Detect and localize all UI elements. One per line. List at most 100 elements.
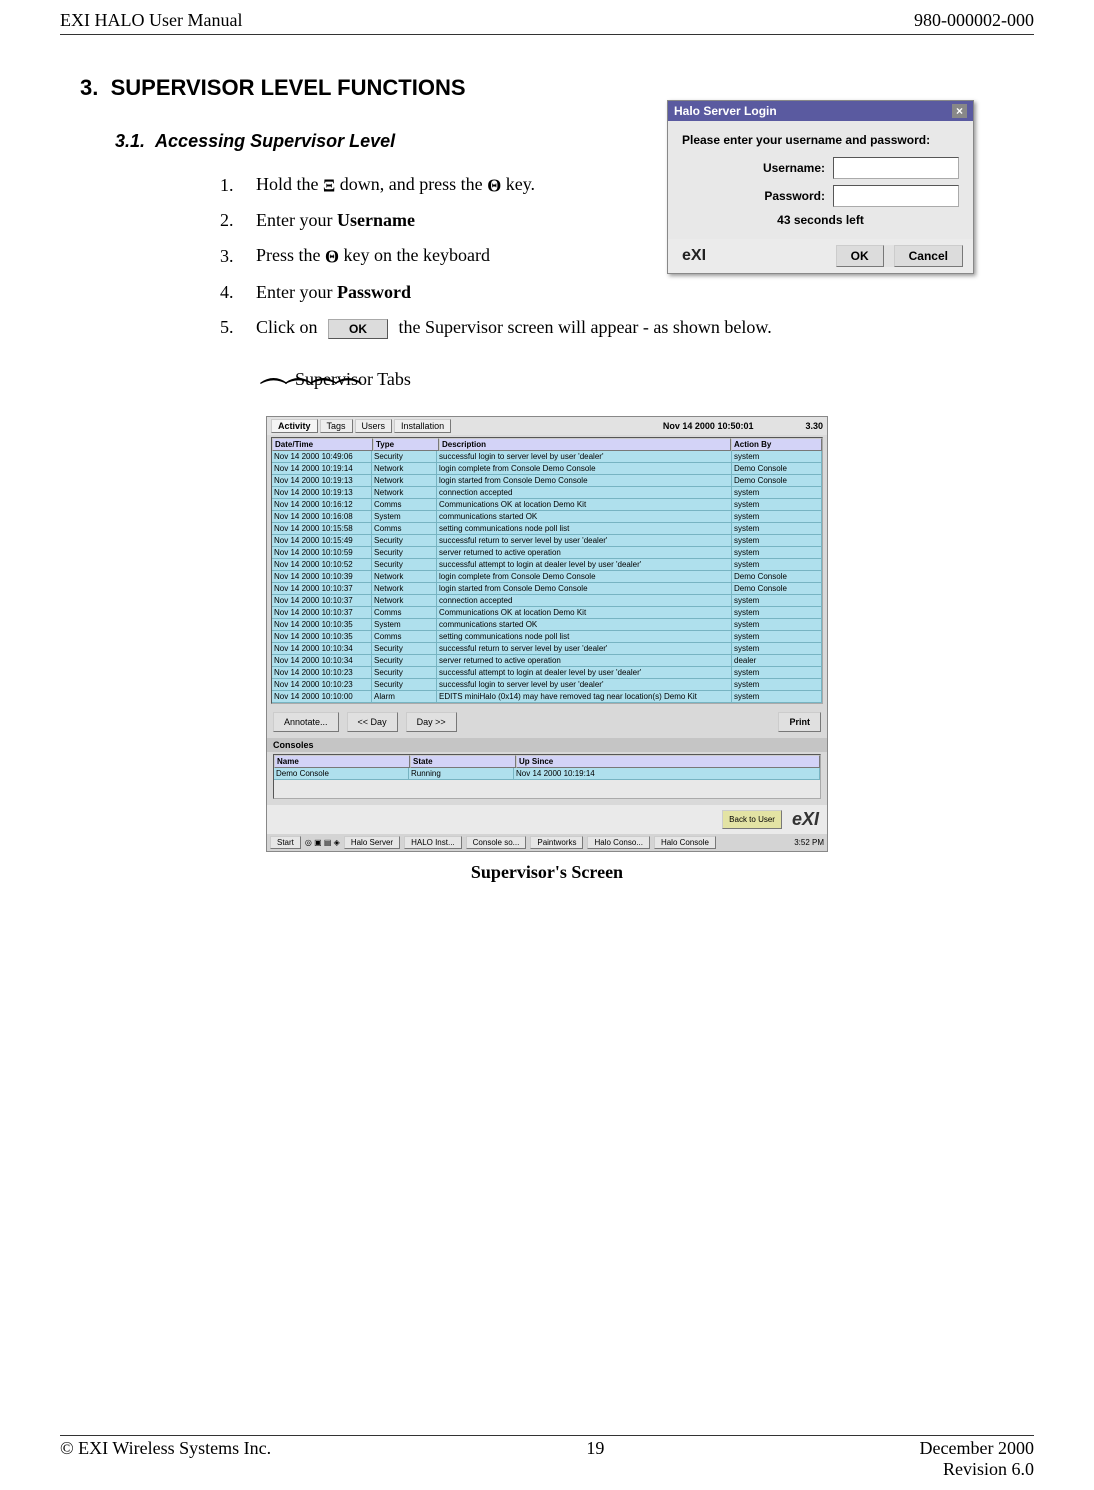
theta-key-icon: Θ <box>487 175 501 195</box>
inline-ok-button[interactable]: OK <box>328 319 388 339</box>
step5-post: the Supervisor screen will appear - as s… <box>394 317 772 337</box>
table-row[interactable]: Nov 14 2000 10:10:35Commssetting communi… <box>272 631 822 643</box>
console-state: Running <box>409 768 514 780</box>
taskbar-item[interactable]: Console so... <box>466 836 527 849</box>
tab-users[interactable]: Users <box>355 419 393 433</box>
table-row[interactable]: Nov 14 2000 10:19:13Networklogin started… <box>272 475 822 487</box>
table-row[interactable]: Nov 14 2000 10:10:35Systemcommunications… <box>272 619 822 631</box>
cell: Comms <box>372 499 437 511</box>
console-row[interactable]: Demo Console Running Nov 14 2000 10:19:1… <box>274 768 820 780</box>
console-upsince: Nov 14 2000 10:19:14 <box>514 768 820 780</box>
cell: system <box>732 499 822 511</box>
step1-pre: Hold the <box>256 174 323 194</box>
cell: Demo Console <box>732 475 822 487</box>
cell: Demo Console <box>732 571 822 583</box>
cell: Nov 14 2000 10:10:37 <box>272 607 372 619</box>
ccol-state[interactable]: State <box>410 755 516 768</box>
tab-activity[interactable]: Activity <box>271 419 318 433</box>
table-row[interactable]: Nov 14 2000 10:10:34Securityserver retur… <box>272 655 822 667</box>
table-row[interactable]: Nov 14 2000 10:16:12CommsCommunications … <box>272 499 822 511</box>
table-row[interactable]: Nov 14 2000 10:10:39Networklogin complet… <box>272 571 822 583</box>
cell: Demo Console <box>732 463 822 475</box>
table-row[interactable]: Nov 14 2000 10:10:52Securitysuccessful a… <box>272 559 822 571</box>
cell: connection accepted <box>437 487 732 499</box>
table-row[interactable]: Nov 14 2000 10:49:06Securitysuccessful l… <box>272 451 822 463</box>
table-row[interactable]: Nov 14 2000 10:10:37CommsCommunications … <box>272 607 822 619</box>
console-name: Demo Console <box>274 768 409 780</box>
cell: System <box>372 511 437 523</box>
start-button[interactable]: Start <box>270 836 301 849</box>
cell: Comms <box>372 607 437 619</box>
table-row[interactable]: Nov 14 2000 10:19:13Networkconnection ac… <box>272 487 822 499</box>
taskbar-item[interactable]: Halo Conso... <box>587 836 649 849</box>
cell: server returned to active operation <box>437 655 732 667</box>
cell: Network <box>372 595 437 607</box>
cell: Network <box>372 475 437 487</box>
taskbar-item[interactable]: Paintworks <box>530 836 583 849</box>
table-row[interactable]: Nov 14 2000 10:10:23Securitysuccessful l… <box>272 679 822 691</box>
cell: Comms <box>372 631 437 643</box>
footer-left: © EXI Wireless Systems Inc. <box>60 1438 271 1480</box>
cell: Nov 14 2000 10:19:14 <box>272 463 372 475</box>
ccol-name[interactable]: Name <box>274 755 410 768</box>
password-label: Password: <box>764 189 825 203</box>
username-input[interactable] <box>833 157 959 179</box>
col-type[interactable]: Type <box>373 438 439 451</box>
col-date[interactable]: Date/Time <box>272 438 373 451</box>
taskbar-item[interactable]: Halo Console <box>654 836 716 849</box>
cell: System <box>372 619 437 631</box>
cell: Nov 14 2000 10:49:06 <box>272 451 372 463</box>
table-row[interactable]: Nov 14 2000 10:16:08Systemcommunications… <box>272 511 822 523</box>
table-row[interactable]: Nov 14 2000 10:10:00AlarmEDITS miniHalo … <box>272 691 822 703</box>
ccol-upsince[interactable]: Up Since <box>516 755 820 768</box>
cell: Demo Console <box>732 583 822 595</box>
cell: system <box>732 559 822 571</box>
table-row[interactable]: Nov 14 2000 10:10:34Securitysuccessful r… <box>272 643 822 655</box>
cell: Nov 14 2000 10:10:39 <box>272 571 372 583</box>
tab-tags[interactable]: Tags <box>320 419 353 433</box>
login-cancel-button[interactable]: Cancel <box>894 245 963 267</box>
table-row[interactable]: Nov 14 2000 10:15:58Commssetting communi… <box>272 523 822 535</box>
taskbar-item[interactable]: HALO Inst... <box>404 836 462 849</box>
day-fwd-button[interactable]: Day >> <box>406 712 457 732</box>
tab-installation[interactable]: Installation <box>394 419 451 433</box>
password-input[interactable] <box>833 185 959 207</box>
step1-post: key. <box>501 174 535 194</box>
cell: successful return to server level by use… <box>437 643 732 655</box>
table-row[interactable]: Nov 14 2000 10:15:49Securitysuccessful r… <box>272 535 822 547</box>
print-button[interactable]: Print <box>778 712 821 732</box>
step3-post: key on the keyboard <box>339 245 490 265</box>
back-to-user-button[interactable]: Back to User <box>722 810 782 829</box>
close-icon[interactable]: × <box>952 104 967 118</box>
step5-pre: Click on <box>256 317 322 337</box>
annotate-button[interactable]: Annotate... <box>273 712 339 732</box>
cell: Nov 14 2000 10:10:35 <box>272 631 372 643</box>
cell: Security <box>372 547 437 559</box>
table-row[interactable]: Nov 14 2000 10:19:14Networklogin complet… <box>272 463 822 475</box>
cell: Nov 14 2000 10:10:34 <box>272 655 372 667</box>
table-row[interactable]: Nov 14 2000 10:10:59Securityserver retur… <box>272 547 822 559</box>
table-row[interactable]: Nov 14 2000 10:10:23Securitysuccessful a… <box>272 667 822 679</box>
step3-pre: Press the <box>256 245 325 265</box>
cell: system <box>732 535 822 547</box>
table-row[interactable]: Nov 14 2000 10:10:37Networkconnection ac… <box>272 595 822 607</box>
quicklaunch-icons[interactable]: ◎ ▣ ▤ ◈ <box>305 838 340 847</box>
cell: successful login to server level by user… <box>437 451 732 463</box>
col-desc[interactable]: Description <box>439 438 731 451</box>
taskbar-item[interactable]: Halo Server <box>344 836 400 849</box>
col-by[interactable]: Action By <box>731 438 822 451</box>
cell: Security <box>372 559 437 571</box>
login-ok-button[interactable]: OK <box>836 245 884 267</box>
day-back-button[interactable]: << Day <box>347 712 398 732</box>
xi-logo-icon: eXI <box>678 245 710 267</box>
table-row[interactable]: Nov 14 2000 10:10:37Networklogin started… <box>272 583 822 595</box>
cell: successful login to server level by user… <box>437 679 732 691</box>
cell: Alarm <box>372 691 437 703</box>
cell: Nov 14 2000 10:10:23 <box>272 679 372 691</box>
cell: system <box>732 451 822 463</box>
cell: Nov 14 2000 10:10:59 <box>272 547 372 559</box>
sv-datetime: Nov 14 2000 10:50:01 <box>663 421 764 431</box>
cell: Nov 14 2000 10:15:49 <box>272 535 372 547</box>
page-footer: © EXI Wireless Systems Inc. 19 December … <box>60 1435 1034 1480</box>
supervisor-screen: Activity Tags Users Installation Nov 14 … <box>266 416 828 852</box>
